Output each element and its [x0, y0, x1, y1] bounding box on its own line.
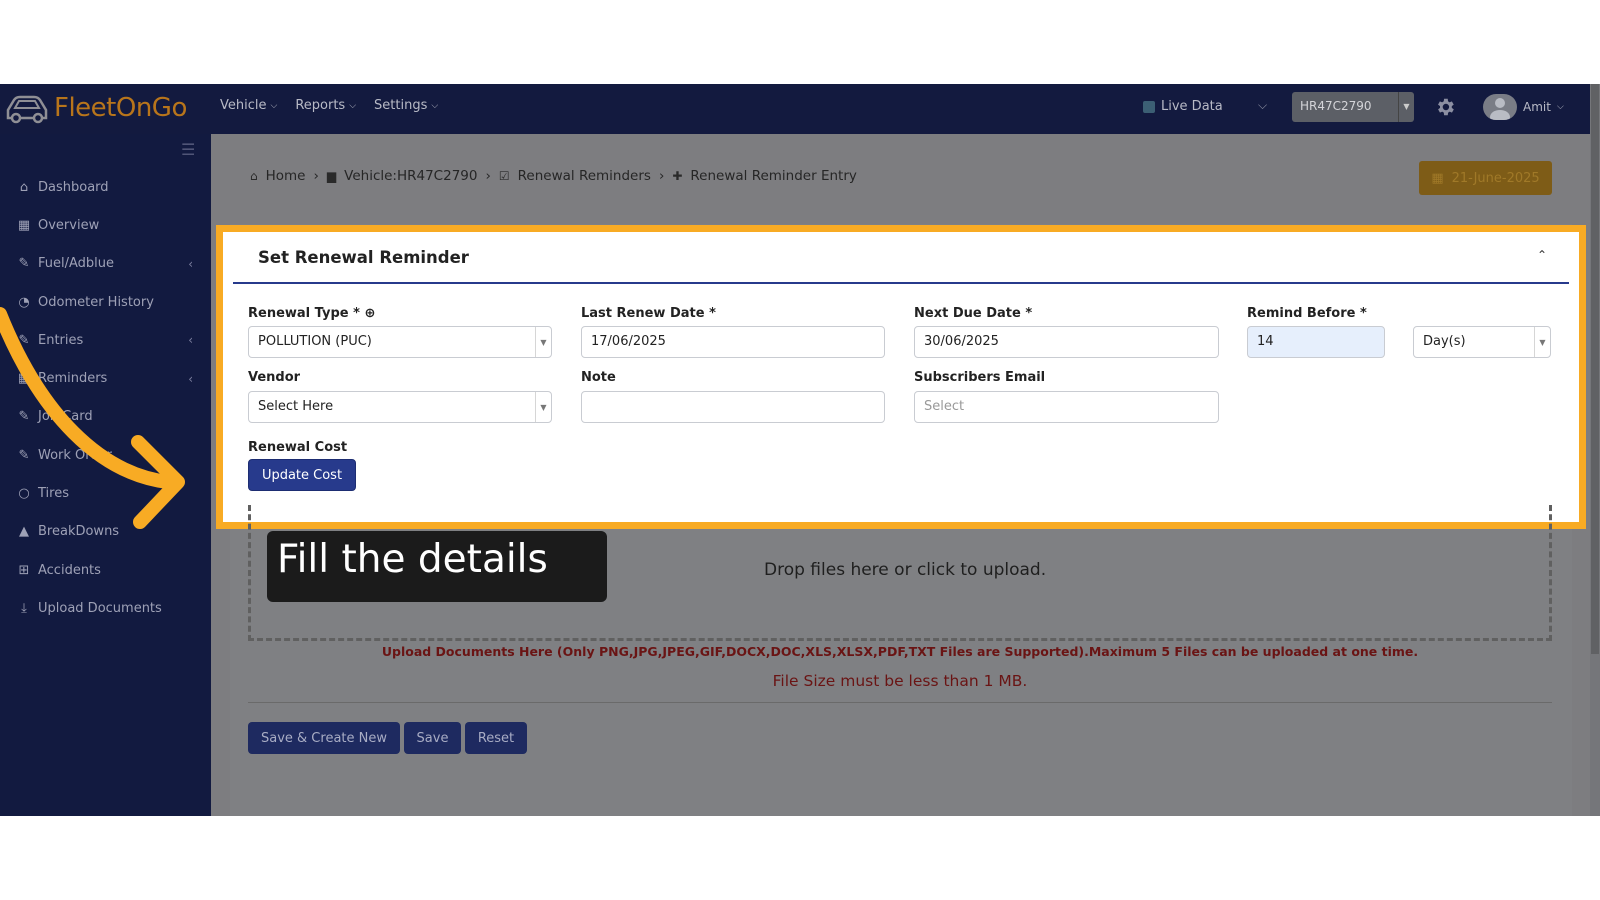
menu-reports[interactable]: Reports ⌵: [295, 98, 356, 113]
vehicle-select[interactable]: HR47C2790 ▼: [1292, 92, 1414, 122]
grid-icon: ▦: [17, 217, 31, 233]
sidebar-item-overview[interactable]: ▦ Overview: [0, 206, 211, 244]
breadcrumb-renewal-reminders[interactable]: Renewal Reminders: [518, 168, 651, 184]
note-label: Note: [581, 370, 616, 385]
vehicle-select-value: HR47C2790: [1300, 99, 1372, 113]
date-badge[interactable]: ▦ 21-June-2025: [1419, 161, 1552, 195]
panel-header: Set Renewal Reminder ⌃: [233, 232, 1569, 284]
next-due-date-label: Next Due Date *: [914, 306, 1033, 321]
dropzone-text[interactable]: Drop files here or click to upload.: [764, 560, 1046, 580]
brand-logo[interactable]: FleetOnGo: [4, 92, 187, 124]
user-name: Amit: [1523, 100, 1551, 114]
vendor-select[interactable]: Select Here ▼: [248, 391, 552, 423]
sidebar-item-label: Overview: [38, 217, 100, 233]
breadcrumb-current: Renewal Reminder Entry: [690, 168, 857, 184]
plus-icon: ✚: [672, 169, 683, 183]
app-window: FleetOnGo Vehicle ⌵ Reports ⌵ Settings ⌵ Li…: [0, 84, 1600, 816]
tutorial-callout: Fill the details: [267, 531, 607, 602]
chevron-down-icon: ⌵: [1556, 102, 1564, 112]
sidebar-item-label: Fuel/Adblue: [38, 256, 115, 272]
save-button[interactable]: Save: [404, 722, 461, 754]
remind-before-label: Remind Before *: [1247, 306, 1367, 321]
hamburger-menu-icon[interactable]: ☰: [181, 140, 195, 159]
last-renew-date-label: Last Renew Date *: [581, 306, 716, 321]
caret-down-icon: ▼: [535, 392, 551, 422]
reset-button[interactable]: Reset: [465, 722, 527, 754]
sidebar-item-upload-documents[interactable]: ⤓ Upload Documents: [0, 589, 211, 627]
live-data-label: Live Data: [1161, 99, 1223, 114]
breadcrumb-separator: ›: [658, 168, 665, 184]
plus-circle-icon[interactable]: ⊕: [364, 306, 375, 321]
top-navbar: FleetOnGo Vehicle ⌵ Reports ⌵ Settings ⌵ Li…: [0, 84, 1590, 134]
brand-name: FleetOnGo: [54, 93, 187, 123]
chevron-left-icon: ‹: [188, 256, 193, 271]
renewal-type-select[interactable]: POLLUTION (PUC) ▼: [248, 326, 552, 358]
user-menu[interactable]: Amit ⌵: [1483, 94, 1564, 120]
menu-vehicle-label: Vehicle: [220, 98, 267, 113]
save-and-create-new-button[interactable]: Save & Create New: [248, 722, 400, 754]
live-data-toggle[interactable]: Live Data: [1143, 99, 1223, 114]
caret-down-icon: ▼: [535, 327, 551, 357]
home-icon: ⌂: [19, 179, 29, 195]
sidebar-item-label: Dashboard: [38, 179, 109, 195]
subscribers-email-select[interactable]: Select: [914, 391, 1219, 423]
update-cost-button[interactable]: Update Cost: [248, 459, 356, 491]
date-badge-label: 21-June-2025: [1451, 170, 1540, 186]
plus-square-icon: ⊞: [18, 562, 30, 578]
truck-icon: ▆: [326, 169, 337, 183]
subscribers-email-label: Subscribers Email: [914, 370, 1046, 385]
caret-down-icon: ▼: [1398, 92, 1414, 122]
file-size-note: File Size must be less than 1 MB.: [772, 672, 1028, 690]
note-input[interactable]: [581, 391, 885, 423]
renewal-type-label: Renewal Type * ⊕: [248, 306, 376, 321]
renewal-reminder-panel: Set Renewal Reminder ⌃ Renewal Type * ⊕ …: [216, 225, 1586, 529]
menu-settings[interactable]: Settings ⌵: [374, 98, 438, 113]
divider: [248, 702, 1552, 703]
home-icon: ⌂: [250, 169, 258, 183]
gear-icon[interactable]: [1434, 96, 1456, 122]
upload-requirements-note: Upload Documents Here (Only PNG,JPG,JPEG…: [381, 644, 1419, 659]
download-icon: ⤓: [21, 600, 27, 616]
chevron-down-icon: ⌵: [349, 100, 357, 111]
car-logo-icon: [6, 95, 48, 124]
main-menu: Vehicle ⌵ Reports ⌵ Settings ⌵: [220, 98, 438, 113]
edit-icon: ✎: [18, 256, 30, 272]
checkbox-edit-icon: ☑: [498, 169, 510, 183]
avatar: [1483, 94, 1517, 120]
breadcrumb-separator: ›: [313, 168, 319, 184]
tutorial-arrow-icon: [0, 307, 185, 529]
breadcrumb-home[interactable]: Home: [266, 168, 306, 184]
renewal-cost-label: Renewal Cost: [248, 440, 348, 455]
chevron-down-icon: ⌵: [431, 100, 439, 111]
chevron-down-icon[interactable]: ⌵: [1258, 98, 1267, 113]
remind-unit-select[interactable]: Day(s) ▼: [1413, 326, 1551, 358]
caret-down-icon: ▼: [1534, 327, 1550, 357]
next-due-date-input[interactable]: 30/06/2025: [914, 326, 1219, 358]
sidebar-item-label: Accidents: [38, 562, 101, 578]
sidebar-item-fuel-adblue[interactable]: ✎ Fuel/Adblue ‹: [0, 245, 211, 283]
scrollbar-thumb[interactable]: [1591, 84, 1599, 654]
sidebar-item-dashboard[interactable]: ⌂ Dashboard: [0, 168, 211, 206]
breadcrumb-separator: ›: [485, 168, 491, 184]
last-renew-date-input[interactable]: 17/06/2025: [581, 326, 885, 358]
calendar-icon: ▦: [1431, 170, 1444, 186]
breadcrumb: ⌂ Home › ▆ Vehicle:HR47C2790 › ☑ Renewal…: [250, 168, 857, 184]
live-data-checkbox[interactable]: [1143, 100, 1155, 113]
menu-vehicle[interactable]: Vehicle ⌵: [220, 98, 277, 113]
breadcrumb-vehicle[interactable]: Vehicle:HR47C2790: [344, 168, 477, 184]
panel-title: Set Renewal Reminder: [258, 248, 469, 267]
chevron-down-icon: ⌵: [270, 100, 278, 111]
chevron-up-icon[interactable]: ⌃: [1537, 248, 1547, 262]
vendor-label: Vendor: [248, 370, 301, 385]
sidebar-item-accidents[interactable]: ⊞ Accidents: [0, 551, 211, 589]
sidebar-item-label: Upload Documents: [38, 600, 162, 616]
renewal-type-value: POLLUTION (PUC): [258, 334, 372, 349]
remind-before-input[interactable]: 14: [1247, 326, 1385, 358]
menu-settings-label: Settings: [374, 98, 428, 113]
vendor-value: Select Here: [258, 399, 334, 414]
menu-reports-label: Reports: [295, 98, 346, 113]
remind-unit-value: Day(s): [1423, 334, 1466, 349]
